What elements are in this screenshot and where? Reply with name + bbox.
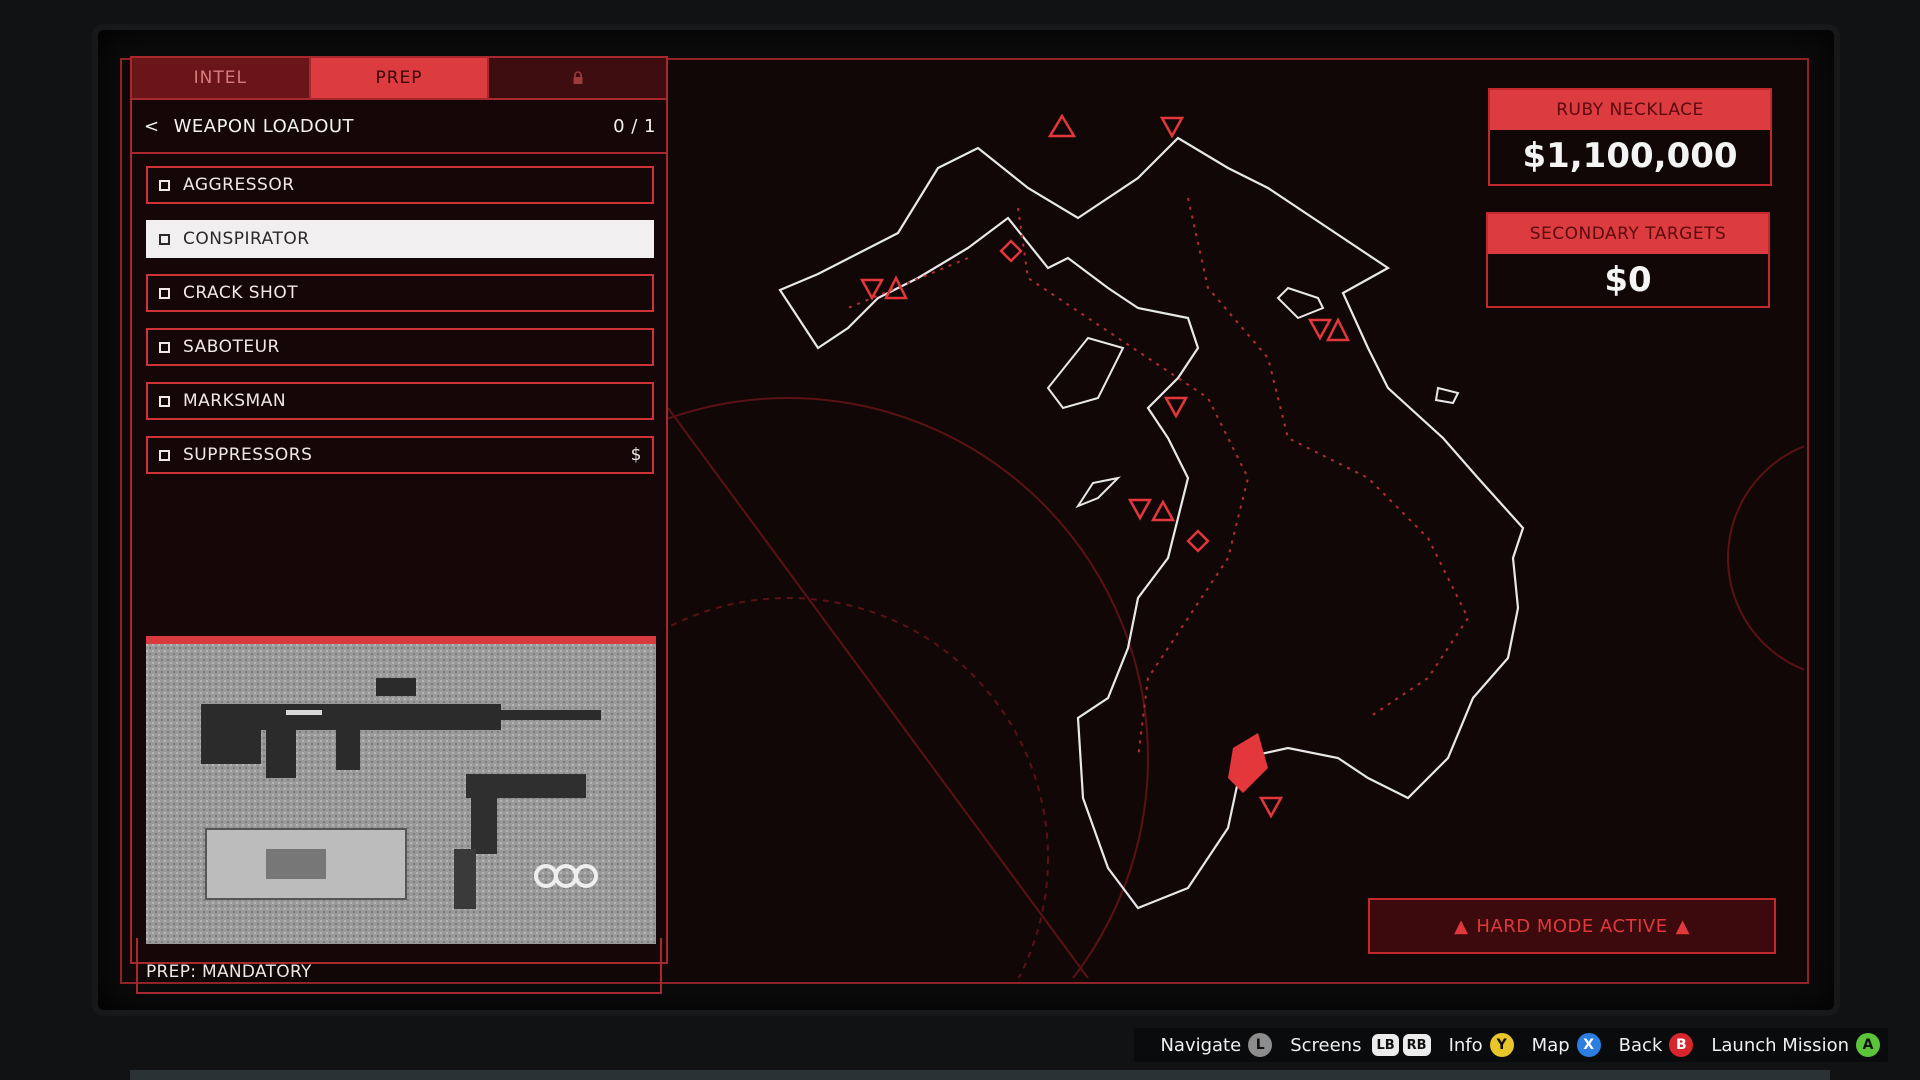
hint-map[interactable]: Map X — [1532, 1033, 1601, 1057]
hint-label: Launch Mission — [1711, 1034, 1849, 1056]
checkbox-icon — [159, 341, 170, 353]
y-button-icon: Y — [1489, 1033, 1514, 1057]
option-label: SABOTEUR — [183, 337, 280, 357]
hint-info[interactable]: Info Y — [1449, 1033, 1514, 1057]
lock-icon — [573, 71, 583, 84]
hint-navigate[interactable]: Navigate L — [1160, 1033, 1273, 1057]
loadout-preview-image — [146, 636, 656, 944]
hard-mode-label: HARD MODE ACTIVE — [1476, 915, 1668, 937]
option-suppressors[interactable]: SUPPRESSORS $ — [146, 436, 654, 474]
option-conspirator[interactable]: CONSPIRATOR — [146, 220, 654, 258]
loadout-header: < WEAPON LOADOUT 0 / 1 — [132, 100, 666, 154]
hint-back[interactable]: Back B — [1619, 1033, 1694, 1057]
x-button-icon: X — [1576, 1033, 1601, 1057]
option-crack-shot[interactable]: CRACK SHOT — [146, 274, 654, 312]
option-label: CRACK SHOT — [183, 283, 299, 303]
checkbox-icon — [159, 179, 170, 191]
island-outline — [778, 136, 1525, 910]
hint-launch-mission[interactable]: Launch Mission A — [1711, 1033, 1880, 1057]
a-button-icon: A — [1856, 1033, 1880, 1057]
loadout-title: WEAPON LOADOUT — [173, 115, 355, 137]
screen-tabs: INTEL PREP — [130, 56, 668, 100]
primary-target-card: RUBY NECKLACE $1,100,000 — [1488, 88, 1772, 186]
option-label: AGGRESSOR — [183, 175, 295, 195]
tab-prep[interactable]: PREP — [310, 58, 490, 98]
cost-marker: $ — [630, 445, 642, 465]
hint-label: Screens — [1290, 1034, 1362, 1056]
checkbox-icon — [159, 395, 170, 407]
hint-label: Map — [1531, 1034, 1570, 1056]
checkbox-icon — [159, 287, 170, 299]
prep-status: PREP: MANDATORY — [146, 962, 312, 982]
target-zone[interactable] — [1228, 733, 1268, 793]
warning-icon: ▲ — [1675, 915, 1690, 937]
l-stick-icon: L — [1248, 1033, 1273, 1057]
option-label: MARKSMAN — [183, 391, 287, 411]
island-map[interactable] — [668, 58, 1804, 978]
checkbox-icon — [159, 449, 170, 461]
secondary-targets-label: SECONDARY TARGETS — [1488, 214, 1768, 254]
option-label: CONSPIRATOR — [183, 229, 310, 249]
lb-button-icon: LB — [1372, 1034, 1399, 1056]
waypoint-markers — [859, 113, 1351, 819]
hint-screens[interactable]: Screens LB RB — [1290, 1034, 1431, 1056]
tab-locked[interactable] — [489, 58, 667, 98]
hard-mode-banner: ▲ HARD MODE ACTIVE ▲ — [1368, 898, 1776, 954]
option-saboteur[interactable]: SABOTEUR — [146, 328, 654, 366]
rb-button-icon: RB — [1402, 1034, 1431, 1056]
warning-icon: ▲ — [1454, 915, 1469, 937]
prep-panel: INTEL PREP < WEAPON LOADOUT 0 / 1 AGGRES… — [130, 56, 668, 994]
loadout-count: 0 / 1 — [613, 115, 656, 137]
hint-label: Navigate — [1160, 1034, 1242, 1056]
secondary-targets-value: $0 — [1604, 260, 1652, 300]
hint-label: Back — [1618, 1034, 1663, 1056]
b-button-icon: B — [1669, 1033, 1694, 1057]
explosive-icon — [205, 828, 407, 900]
tab-intel[interactable]: INTEL — [132, 58, 311, 98]
primary-target-value: $1,100,000 — [1522, 136, 1738, 176]
screen-bezel-strip — [130, 1070, 1830, 1080]
loadout-list-panel: < WEAPON LOADOUT 0 / 1 AGGRESSOR CONSPIR… — [130, 100, 668, 994]
option-aggressor[interactable]: AGGRESSOR — [146, 166, 654, 204]
primary-target-label: RUBY NECKLACE — [1490, 90, 1770, 130]
secondary-targets-card: SECONDARY TARGETS $0 — [1486, 212, 1770, 308]
controller-hints-bar: Navigate L Screens LB RB Info Y Map X Ba… — [1134, 1028, 1888, 1062]
hint-label: Info — [1448, 1034, 1483, 1056]
option-marksman[interactable]: MARKSMAN — [146, 382, 654, 420]
checkbox-icon — [159, 233, 170, 245]
back-chevron-icon[interactable]: < — [144, 116, 160, 137]
option-label: SUPPRESSORS — [183, 445, 313, 465]
